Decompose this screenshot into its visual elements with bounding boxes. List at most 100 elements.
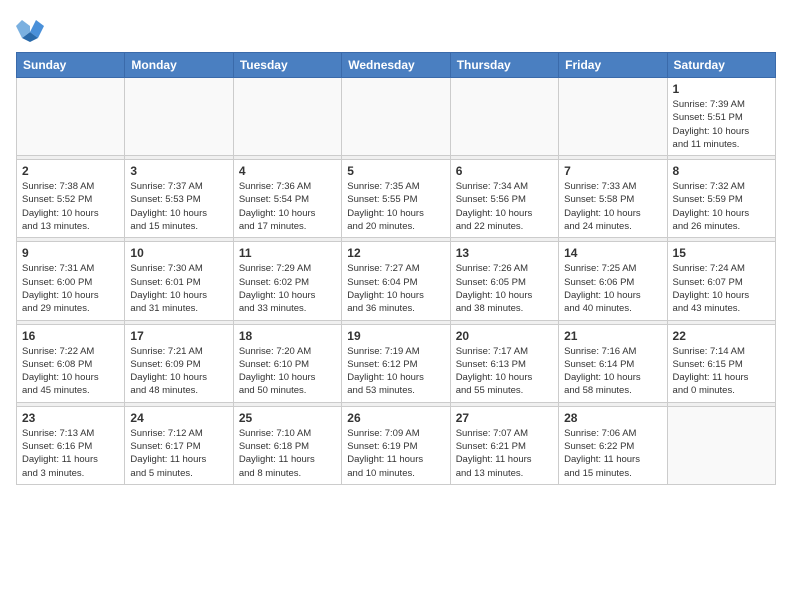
day-info: Sunrise: 7:33 AM Sunset: 5:58 PM Dayligh… [564, 180, 661, 233]
calendar-week-row: 2 Sunrise: 7:38 AM Sunset: 5:52 PM Daylig… [17, 160, 776, 238]
logo-icon [16, 16, 44, 44]
day-info: Sunrise: 7:06 AM Sunset: 6:22 PM Dayligh… [564, 427, 661, 480]
calendar-day-cell: 22 Sunrise: 7:14 AM Sunset: 6:15 PM Dayli… [667, 324, 775, 402]
weekday-header: Saturday [667, 53, 775, 78]
calendar-day-cell: 10 Sunrise: 7:30 AM Sunset: 6:01 PM Dayli… [125, 242, 233, 320]
calendar-day-cell: 9Sunrise: 7:31 AM Sunset: 6:00 PM Daylig… [17, 242, 125, 320]
calendar-day-cell: 23 Sunrise: 7:13 AM Sunset: 6:16 PM Dayli… [17, 406, 125, 484]
day-number: 14 [564, 246, 661, 260]
calendar-day-cell: 12 Sunrise: 7:27 AM Sunset: 6:04 PM Dayli… [342, 242, 450, 320]
calendar-day-cell: 14 Sunrise: 7:25 AM Sunset: 6:06 PM Dayli… [559, 242, 667, 320]
day-info: Sunrise: 7:14 AM Sunset: 6:15 PM Dayligh… [673, 345, 770, 398]
day-number: 20 [456, 329, 553, 343]
calendar-week-row: 1 Sunrise: 7:39 AM Sunset: 5:51 PM Daylig… [17, 78, 776, 156]
day-info: Sunrise: 7:38 AM Sunset: 5:52 PM Dayligh… [22, 180, 119, 233]
calendar-day-cell [342, 78, 450, 156]
day-number: 1 [673, 82, 770, 96]
day-number: 9 [22, 246, 119, 260]
day-number: 28 [564, 411, 661, 425]
calendar-week-row: 16 Sunrise: 7:22 AM Sunset: 6:08 PM Dayli… [17, 324, 776, 402]
calendar-day-cell: 2 Sunrise: 7:38 AM Sunset: 5:52 PM Daylig… [17, 160, 125, 238]
day-info: Sunrise: 7:25 AM Sunset: 6:06 PM Dayligh… [564, 262, 661, 315]
calendar-day-cell: 28 Sunrise: 7:06 AM Sunset: 6:22 PM Dayli… [559, 406, 667, 484]
calendar-table: SundayMondayTuesdayWednesdayThursdayFrid… [16, 52, 776, 485]
calendar-header-row: SundayMondayTuesdayWednesdayThursdayFrid… [17, 53, 776, 78]
day-info: Sunrise: 7:10 AM Sunset: 6:18 PM Dayligh… [239, 427, 336, 480]
day-number: 7 [564, 164, 661, 178]
day-number: 3 [130, 164, 227, 178]
day-number: 22 [673, 329, 770, 343]
day-info: Sunrise: 7:30 AM Sunset: 6:01 PM Dayligh… [130, 262, 227, 315]
day-number: 6 [456, 164, 553, 178]
weekday-header: Sunday [17, 53, 125, 78]
day-info: Sunrise: 7:19 AM Sunset: 6:12 PM Dayligh… [347, 345, 444, 398]
calendar-day-cell: 1 Sunrise: 7:39 AM Sunset: 5:51 PM Daylig… [667, 78, 775, 156]
calendar-day-cell [559, 78, 667, 156]
calendar-day-cell: 4 Sunrise: 7:36 AM Sunset: 5:54 PM Daylig… [233, 160, 341, 238]
day-info: Sunrise: 7:26 AM Sunset: 6:05 PM Dayligh… [456, 262, 553, 315]
calendar-week-row: 9Sunrise: 7:31 AM Sunset: 6:00 PM Daylig… [17, 242, 776, 320]
day-number: 27 [456, 411, 553, 425]
day-number: 5 [347, 164, 444, 178]
calendar-day-cell: 11Sunrise: 7:29 AM Sunset: 6:02 PM Dayli… [233, 242, 341, 320]
day-number: 26 [347, 411, 444, 425]
calendar-day-cell: 15 Sunrise: 7:24 AM Sunset: 6:07 PM Dayli… [667, 242, 775, 320]
calendar-day-cell: 25Sunrise: 7:10 AM Sunset: 6:18 PM Dayli… [233, 406, 341, 484]
day-number: 10 [130, 246, 227, 260]
day-info: Sunrise: 7:09 AM Sunset: 6:19 PM Dayligh… [347, 427, 444, 480]
calendar-day-cell: 27 Sunrise: 7:07 AM Sunset: 6:21 PM Dayli… [450, 406, 558, 484]
weekday-header: Thursday [450, 53, 558, 78]
day-info: Sunrise: 7:36 AM Sunset: 5:54 PM Dayligh… [239, 180, 336, 233]
day-info: Sunrise: 7:13 AM Sunset: 6:16 PM Dayligh… [22, 427, 119, 480]
day-info: Sunrise: 7:24 AM Sunset: 6:07 PM Dayligh… [673, 262, 770, 315]
day-info: Sunrise: 7:35 AM Sunset: 5:55 PM Dayligh… [347, 180, 444, 233]
day-info: Sunrise: 7:27 AM Sunset: 6:04 PM Dayligh… [347, 262, 444, 315]
calendar-day-cell: 16 Sunrise: 7:22 AM Sunset: 6:08 PM Dayli… [17, 324, 125, 402]
weekday-header: Friday [559, 53, 667, 78]
calendar-day-cell [667, 406, 775, 484]
day-number: 4 [239, 164, 336, 178]
day-info: Sunrise: 7:07 AM Sunset: 6:21 PM Dayligh… [456, 427, 553, 480]
day-number: 8 [673, 164, 770, 178]
calendar-day-cell: 18 Sunrise: 7:20 AM Sunset: 6:10 PM Dayli… [233, 324, 341, 402]
calendar-day-cell: 19 Sunrise: 7:19 AM Sunset: 6:12 PM Dayli… [342, 324, 450, 402]
page-header [16, 16, 776, 44]
day-number: 24 [130, 411, 227, 425]
calendar-day-cell: 8 Sunrise: 7:32 AM Sunset: 5:59 PM Daylig… [667, 160, 775, 238]
day-number: 17 [130, 329, 227, 343]
weekday-header: Tuesday [233, 53, 341, 78]
day-info: Sunrise: 7:32 AM Sunset: 5:59 PM Dayligh… [673, 180, 770, 233]
calendar-day-cell [450, 78, 558, 156]
calendar-day-cell [233, 78, 341, 156]
day-number: 13 [456, 246, 553, 260]
day-number: 12 [347, 246, 444, 260]
calendar-day-cell [17, 78, 125, 156]
day-number: 21 [564, 329, 661, 343]
calendar-day-cell [125, 78, 233, 156]
day-number: 15 [673, 246, 770, 260]
calendar-day-cell: 7 Sunrise: 7:33 AM Sunset: 5:58 PM Daylig… [559, 160, 667, 238]
day-number: 19 [347, 329, 444, 343]
day-number: 18 [239, 329, 336, 343]
calendar-day-cell: 21 Sunrise: 7:16 AM Sunset: 6:14 PM Dayli… [559, 324, 667, 402]
day-info: Sunrise: 7:34 AM Sunset: 5:56 PM Dayligh… [456, 180, 553, 233]
day-info: Sunrise: 7:20 AM Sunset: 6:10 PM Dayligh… [239, 345, 336, 398]
calendar-day-cell: 5 Sunrise: 7:35 AM Sunset: 5:55 PM Daylig… [342, 160, 450, 238]
day-number: 16 [22, 329, 119, 343]
day-info: Sunrise: 7:17 AM Sunset: 6:13 PM Dayligh… [456, 345, 553, 398]
weekday-header: Monday [125, 53, 233, 78]
day-info: Sunrise: 7:37 AM Sunset: 5:53 PM Dayligh… [130, 180, 227, 233]
calendar-day-cell: 20 Sunrise: 7:17 AM Sunset: 6:13 PM Dayli… [450, 324, 558, 402]
calendar-day-cell: 6 Sunrise: 7:34 AM Sunset: 5:56 PM Daylig… [450, 160, 558, 238]
day-info: Sunrise: 7:39 AM Sunset: 5:51 PM Dayligh… [673, 98, 770, 151]
day-info: Sunrise: 7:22 AM Sunset: 6:08 PM Dayligh… [22, 345, 119, 398]
day-number: 11 [239, 246, 336, 260]
calendar-day-cell: 24Sunrise: 7:12 AM Sunset: 6:17 PM Dayli… [125, 406, 233, 484]
calendar-day-cell: 17 Sunrise: 7:21 AM Sunset: 6:09 PM Dayli… [125, 324, 233, 402]
calendar-week-row: 23 Sunrise: 7:13 AM Sunset: 6:16 PM Dayli… [17, 406, 776, 484]
day-info: Sunrise: 7:16 AM Sunset: 6:14 PM Dayligh… [564, 345, 661, 398]
day-number: 23 [22, 411, 119, 425]
logo [16, 16, 46, 44]
day-number: 2 [22, 164, 119, 178]
day-info: Sunrise: 7:21 AM Sunset: 6:09 PM Dayligh… [130, 345, 227, 398]
